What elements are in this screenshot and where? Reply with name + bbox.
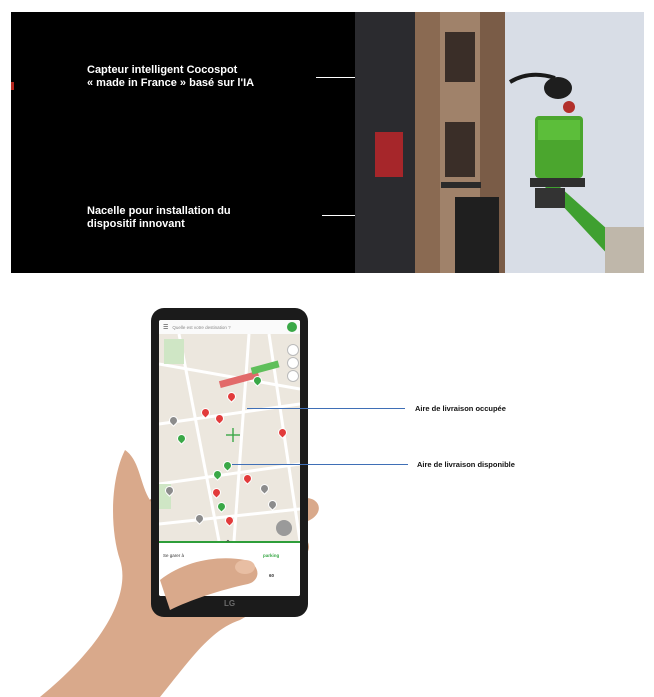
- locate-me-button[interactable]: [276, 520, 292, 536]
- street-lamp-photo: [355, 12, 644, 273]
- pointer-line-occupied: [247, 408, 405, 409]
- search-bar[interactable]: ☰ Quelle est votre destination ?: [159, 320, 300, 334]
- installation-photo-panel: Capteur intelligent Cocospot « made in F…: [11, 12, 644, 273]
- filter-control[interactable]: [287, 357, 299, 369]
- search-input[interactable]: Quelle est votre destination ?: [172, 325, 230, 330]
- pointer-line-available: [232, 464, 408, 465]
- label-occupied-area: Aire de livraison occupée: [415, 404, 506, 413]
- info-control[interactable]: [287, 370, 299, 382]
- caption-sensor: Capteur intelligent Cocospot « made in F…: [87, 64, 255, 89]
- thumb-illustration: [160, 558, 258, 610]
- menu-icon[interactable]: ☰: [163, 324, 168, 331]
- caption-nacelle: Nacelle pour installation du dispositif …: [87, 205, 231, 230]
- label-available-area: Aire de livraison disponible: [417, 460, 515, 469]
- profile-icon[interactable]: [287, 322, 297, 332]
- layers-control[interactable]: [287, 344, 299, 356]
- red-mark: [11, 82, 14, 90]
